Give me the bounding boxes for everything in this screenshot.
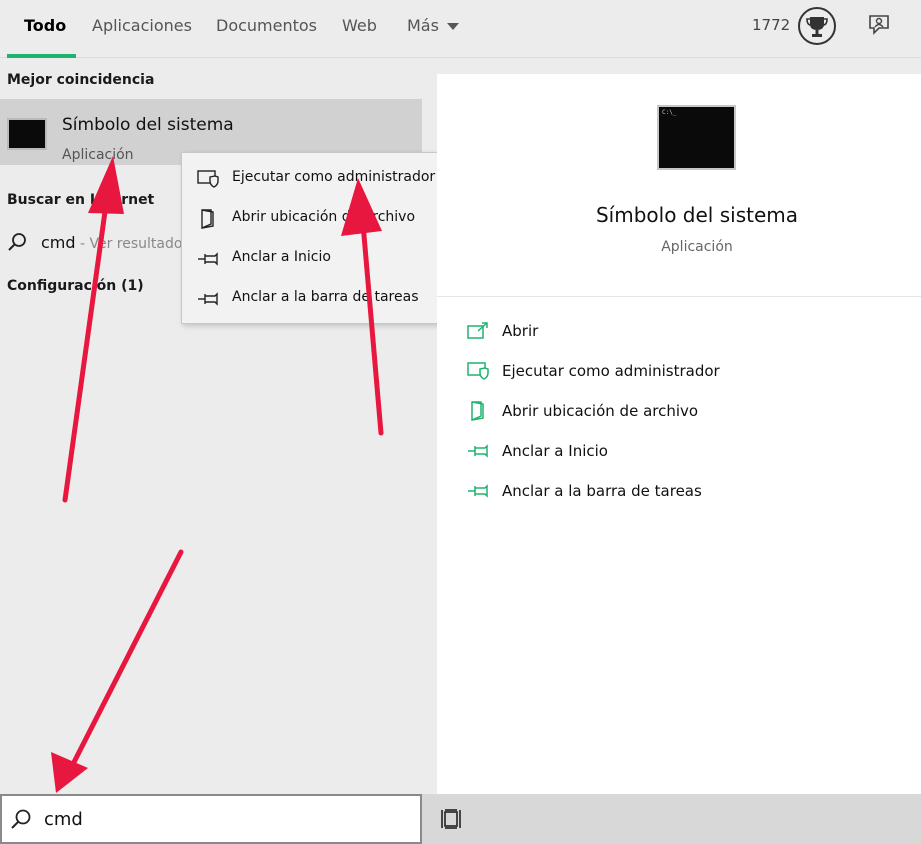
rewards-points: 1772 (752, 16, 791, 34)
context-menu-label: Ejecutar como administrador (232, 169, 436, 185)
folder-icon (471, 401, 484, 421)
context-menu-pin-taskbar[interactable]: Anclar a la barra de tareas (182, 279, 454, 319)
action-label: Anclar a la barra de tareas (502, 482, 702, 500)
action-label: Anclar a Inicio (502, 442, 608, 460)
pin-icon (198, 252, 218, 266)
search-icon (11, 809, 31, 829)
settings-heading[interactable]: Configuración (1) (7, 278, 144, 294)
tab-mas[interactable]: Más (407, 16, 459, 35)
preview-title: Símbolo del sistema (595, 203, 798, 227)
task-view-icon[interactable] (440, 807, 464, 831)
action-open[interactable]: Abrir (437, 312, 921, 352)
command-prompt-icon: C:\_ (657, 105, 736, 170)
context-menu-pin-start[interactable]: Anclar a Inicio (182, 239, 454, 279)
trophy-icon[interactable] (798, 7, 836, 45)
internet-search-query: cmd (41, 233, 76, 252)
context-menu-label: Anclar a la barra de tareas (232, 289, 419, 305)
command-prompt-icon (7, 118, 47, 150)
action-run-as-admin[interactable]: Ejecutar como administrador (437, 352, 921, 392)
caret-down-icon (446, 23, 459, 30)
tab-todo[interactable]: Todo (24, 16, 66, 35)
best-match-title: Símbolo del sistema (62, 115, 234, 135)
pin-icon (198, 292, 218, 306)
preview-subtitle: Aplicación (661, 239, 733, 255)
prompt-glyph: C:\_ (662, 109, 677, 116)
feedback-icon[interactable] (866, 12, 892, 38)
folder-icon (201, 209, 214, 229)
action-pin-taskbar[interactable]: Anclar a la barra de tareas (437, 472, 921, 512)
internet-search-hint: - Ver resultados (75, 236, 190, 252)
tab-documentos[interactable]: Documentos (216, 16, 317, 35)
open-icon (467, 322, 488, 339)
preview-pane: C:\_ Símbolo del sistema Aplicación Abri… (437, 74, 921, 794)
context-menu-label: Anclar a Inicio (232, 249, 331, 265)
pin-icon (468, 444, 488, 458)
context-menu-open-location[interactable]: Abrir ubicación de archivo (182, 199, 454, 239)
context-menu-label: Abrir ubicación de archivo (232, 209, 416, 225)
shield-icon (197, 170, 219, 188)
search-input-value: cmd (44, 809, 83, 830)
action-pin-start[interactable]: Anclar a Inicio (437, 432, 921, 472)
context-menu-run-as-admin[interactable]: Ejecutar como administrador (182, 159, 454, 199)
search-icon (8, 233, 26, 251)
tab-aplicaciones[interactable]: Aplicaciones (92, 16, 192, 35)
tab-mas-label: Más (407, 16, 439, 35)
preview-divider (437, 296, 921, 297)
action-open-location[interactable]: Abrir ubicación de archivo (437, 392, 921, 432)
search-input[interactable]: cmd (0, 794, 422, 844)
action-label: Ejecutar como administrador (502, 362, 720, 380)
filter-tab-bar: Todo Aplicaciones Documentos Web Más 177… (0, 0, 921, 58)
pin-icon (468, 484, 488, 498)
shield-icon (467, 362, 489, 380)
best-match-heading: Mejor coincidencia (7, 72, 155, 88)
tab-web[interactable]: Web (342, 16, 377, 35)
taskbar-area (422, 794, 921, 844)
internet-search-heading: Buscar en Internet (7, 192, 155, 208)
best-match-subtitle: Aplicación (62, 147, 134, 163)
action-label: Abrir ubicación de archivo (502, 402, 699, 420)
action-label: Abrir (502, 322, 539, 340)
internet-search-result[interactable]: cmd - Ver resultados (7, 232, 190, 252)
context-menu: Ejecutar como administrador Abrir ubicac… (181, 152, 455, 324)
